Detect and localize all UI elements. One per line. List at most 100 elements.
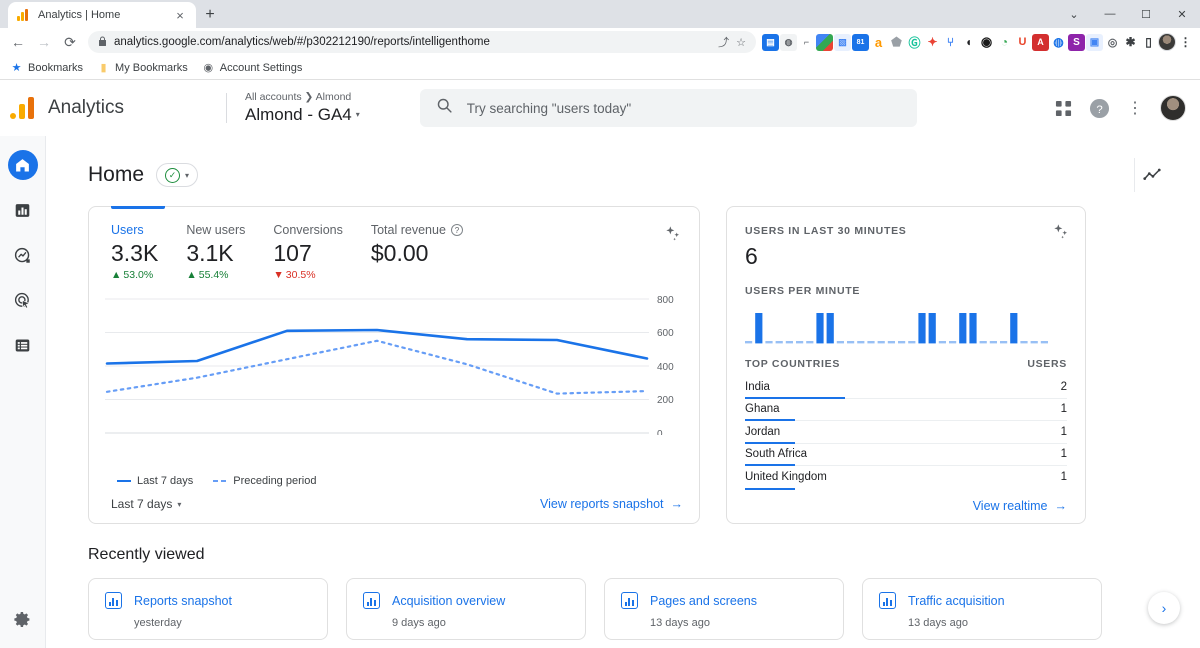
metric-new-users[interactable]: New users 3.1K ▲ 55.4% <box>186 223 245 281</box>
share-icon[interactable]: ⤴ <box>718 34 729 50</box>
bookmark-item-my-bookmarks[interactable]: ▮ My Bookmarks <box>97 61 188 75</box>
reload-button[interactable]: ⟳ <box>58 30 82 54</box>
metric-users[interactable]: Users 3.3K ▲ 53.0% <box>111 223 158 281</box>
table-row[interactable]: Jordan 1 <box>745 421 1067 444</box>
users-per-minute-label: USERS PER MINUTE <box>745 285 861 297</box>
extension-icon-13[interactable]: ◉ <box>978 33 995 51</box>
recently-viewed-section: Recently viewed Reports snapshot yesterd… <box>46 524 1200 640</box>
svg-text:800: 800 <box>657 295 674 306</box>
new-tab-button[interactable]: + <box>196 2 224 28</box>
account-property-selector[interactable]: All accounts ❯ Almond Almond - GA4 ▾ <box>227 90 360 126</box>
extension-icon-amazon[interactable]: a <box>870 33 887 51</box>
extension-icon-adobe[interactable]: A <box>1032 33 1049 51</box>
line-chart-svg: 800 600 400 200 0 22 Oct 23 <box>105 295 674 435</box>
extension-icon-honey[interactable]: U <box>1014 33 1031 51</box>
address-bar[interactable]: analytics.google.com/analytics/web/#/p30… <box>88 31 756 53</box>
back-button[interactable]: ← <box>6 30 30 54</box>
search-input[interactable]: Try searching "users today" <box>419 89 917 127</box>
extension-icon-1[interactable]: ▤ <box>762 33 779 51</box>
more-options-icon[interactable]: ⋮ <box>1124 97 1146 119</box>
extensions-puzzle-icon[interactable]: ✱ <box>1122 33 1139 51</box>
arrow-down-icon: ▼ <box>273 269 284 281</box>
recent-card-traffic-acquisition[interactable]: Traffic acquisition 13 days ago <box>862 578 1102 640</box>
view-realtime-link[interactable]: View realtime → <box>973 499 1067 513</box>
sidebar-item-home[interactable] <box>7 150 38 180</box>
explore-icon <box>14 247 30 263</box>
section-title: Recently viewed <box>88 546 205 563</box>
sidebar-item-advertising[interactable] <box>8 285 38 315</box>
table-row[interactable]: United Kingdom 1 <box>745 466 1067 490</box>
sidebar-item-configure[interactable] <box>8 330 38 360</box>
sidebar-item-explore[interactable] <box>8 240 38 270</box>
app-header: Analytics All accounts ❯ Almond Almond -… <box>0 80 1200 136</box>
users-per-minute-chart[interactable] <box>727 297 1085 350</box>
metric-delta-value: 55.4% <box>198 269 229 281</box>
bookmark-star-icon[interactable]: ☆ <box>736 36 746 49</box>
recent-card-acquisition-overview[interactable]: Acquisition overview 9 days ago <box>346 578 586 640</box>
country-name: India <box>745 380 770 393</box>
status-badge[interactable]: ✓ ▾ <box>156 163 199 187</box>
metric-delta-value: 53.0% <box>123 269 154 281</box>
extension-icon-camera[interactable]: ◎ <box>1104 33 1121 51</box>
close-window-button[interactable]: ✕ <box>1164 0 1200 28</box>
metric-total-revenue[interactable]: Total revenue ? $0.00 <box>371 223 463 281</box>
metric-label: Conversions <box>273 223 343 237</box>
sidepanel-icon[interactable]: ▯ <box>1140 33 1157 51</box>
recent-card-reports-snapshot[interactable]: Reports snapshot yesterday <box>88 578 328 640</box>
metric-conversions[interactable]: Conversions 107 ▼ 30.5% <box>273 223 342 281</box>
country-users: 1 <box>1060 471 1067 484</box>
settings-button[interactable] <box>8 604 38 634</box>
bookmark-label: My Bookmarks <box>115 61 188 74</box>
extension-icon-lastpass[interactable]: ◍ <box>1050 33 1067 51</box>
extension-icon-12[interactable]: ◖ <box>960 33 977 51</box>
browser-tab[interactable]: Analytics | Home × <box>8 2 196 28</box>
bookmark-item-account-settings[interactable]: ◉ Account Settings <box>202 61 302 75</box>
metric-delta-value: 30.5% <box>285 269 316 281</box>
extension-icon-4[interactable] <box>816 33 833 51</box>
help-icon[interactable]: ? <box>450 224 463 236</box>
extension-icon-s[interactable]: S <box>1068 33 1085 51</box>
extension-icon-3[interactable]: ⌐ <box>798 33 815 51</box>
help-icon[interactable]: ? <box>1088 97 1110 119</box>
sidebar-item-reports[interactable] <box>8 195 38 225</box>
summary-cards: Users 3.3K ▲ 53.0% New users 3.1K ▲ 55.4… <box>46 206 1200 524</box>
view-reports-snapshot-link[interactable]: View reports snapshot → <box>540 497 683 511</box>
extension-icon-10[interactable]: ✦ <box>924 33 941 51</box>
metric-label: Total revenue <box>370 223 446 237</box>
country-name: Jordan <box>745 425 781 438</box>
folder-icon: ▮ <box>100 62 107 74</box>
date-range-selector[interactable]: Last 7 days ▾ <box>111 497 181 511</box>
star-icon: ★ <box>11 62 22 74</box>
insights-trend-icon[interactable] <box>1134 158 1168 192</box>
maximize-button[interactable]: ☐ <box>1128 0 1164 28</box>
carousel-next-button[interactable]: › <box>1148 592 1180 624</box>
tab-search-button[interactable]: ⌄ <box>1056 0 1092 28</box>
extension-icon-6[interactable]: 81 <box>852 33 869 51</box>
minimize-button[interactable]: — <box>1092 0 1128 28</box>
extension-icon-14[interactable]: ◔ <box>996 33 1013 51</box>
apps-grid-icon[interactable] <box>1052 97 1074 119</box>
arrow-right-icon: → <box>1054 498 1068 513</box>
extension-icon-5[interactable]: ▧ <box>834 33 851 51</box>
extension-icon-2[interactable]: ◍ <box>780 33 797 51</box>
table-row[interactable]: South Africa 1 <box>745 444 1067 466</box>
extension-icon-screenshot[interactable]: ▣ <box>1086 33 1103 51</box>
users-line-chart[interactable]: 800 600 400 200 0 22 Oct 23 <box>89 285 699 471</box>
extension-icon-11[interactable]: ⑂ <box>942 33 959 51</box>
extension-icon-shield[interactable]: ⬟ <box>888 33 905 51</box>
profile-avatar-button[interactable] <box>1158 33 1176 51</box>
table-row[interactable]: India 2 <box>745 376 1067 399</box>
bookmark-item-bookmarks[interactable]: ★ Bookmarks <box>10 61 83 75</box>
analytics-logo-link[interactable]: Analytics <box>0 97 226 119</box>
legend-label: Last 7 days <box>137 475 194 487</box>
insights-sparkle-icon[interactable] <box>1053 223 1069 244</box>
browser-menu-icon[interactable]: ⋮ <box>1177 33 1194 51</box>
insights-sparkle-icon[interactable] <box>665 225 681 246</box>
extension-icon-grammarly[interactable]: Ⓖ <box>906 33 923 51</box>
svg-text:0: 0 <box>657 429 663 435</box>
table-row[interactable]: Ghana 1 <box>745 399 1067 421</box>
avatar[interactable] <box>1160 95 1186 121</box>
close-tab-button[interactable]: × <box>172 9 188 22</box>
recent-card-pages-and-screens[interactable]: Pages and screens 13 days ago <box>604 578 844 640</box>
forward-button[interactable]: → <box>32 30 56 54</box>
